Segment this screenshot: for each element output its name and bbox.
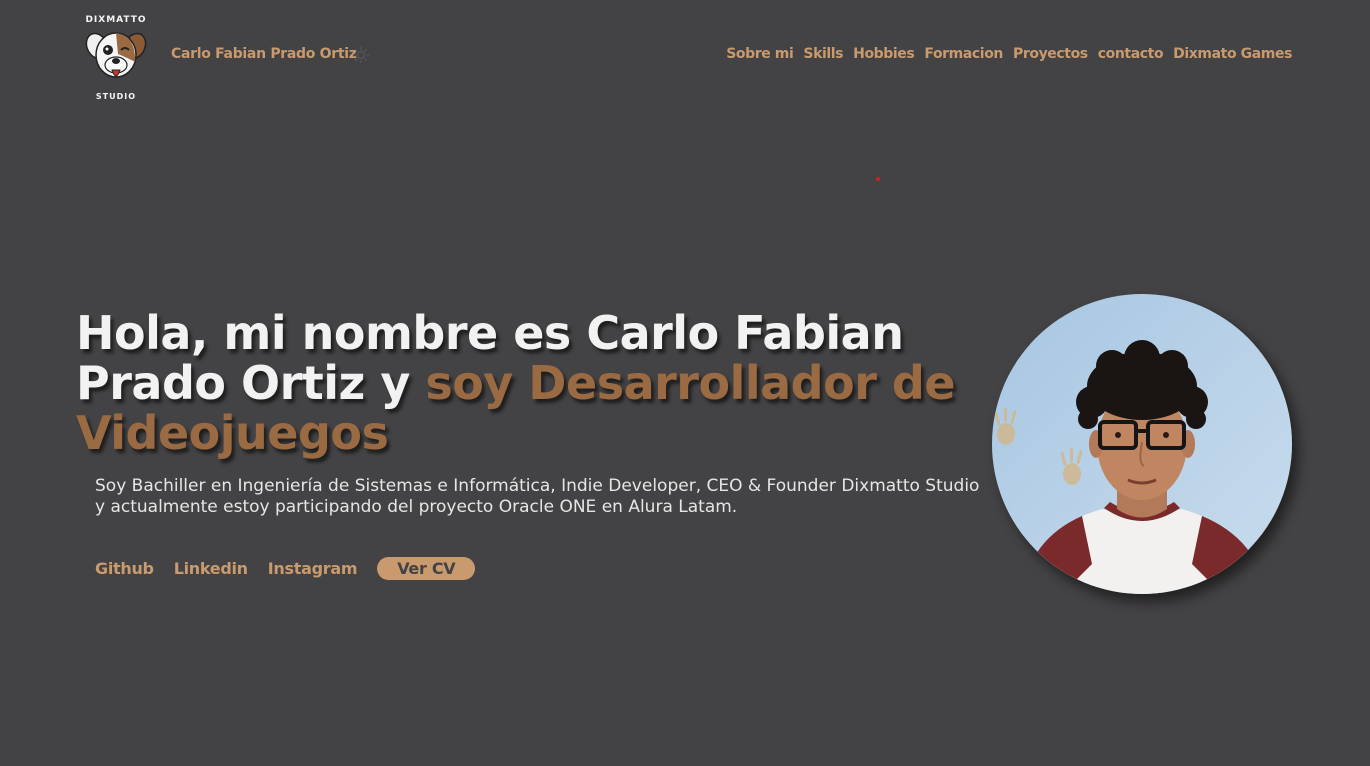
linkedin-link[interactable]: Linkedin — [174, 559, 248, 578]
dixmatto-studio-logo[interactable]: DIXMATTO STUDIO — [80, 10, 152, 102]
social-links: Github Linkedin Instagram Ver CV — [95, 557, 476, 580]
red-dot-decoration — [876, 177, 880, 181]
ver-cv-button[interactable]: Ver CV — [377, 557, 476, 580]
hero-title: Hola, mi nombre es Carlo Fabian Prado Or… — [76, 308, 976, 458]
profile-avatar — [992, 294, 1292, 594]
nav-dixmato-games[interactable]: Dixmato Games — [1173, 46, 1292, 62]
svg-text:STUDIO: STUDIO — [96, 92, 136, 101]
nav-skills[interactable]: Skills — [803, 46, 843, 62]
nav-contacto[interactable]: contacto — [1098, 46, 1164, 62]
site-name[interactable]: Carlo Fabian Prado Ortiz — [171, 46, 357, 62]
hero-description: Soy Bachiller en Ingeniería de Sistemas … — [95, 476, 980, 517]
nav-proyectos[interactable]: Proyectos — [1013, 46, 1088, 62]
profile-photo — [992, 294, 1292, 594]
svg-text:DIXMATTO: DIXMATTO — [85, 15, 146, 25]
instagram-link[interactable]: Instagram — [268, 559, 358, 578]
site-header: DIXMATTO STUDIO Carlo Fabian Prado Ortiz… — [0, 0, 1370, 110]
main-nav: Sobre mi Skills Hobbies Formacion Proyec… — [726, 46, 1292, 62]
nav-formacion[interactable]: Formacion — [924, 46, 1003, 62]
nav-hobbies[interactable]: Hobbies — [853, 46, 915, 62]
sun-icon[interactable] — [352, 46, 370, 64]
nav-sobre-mi[interactable]: Sobre mi — [726, 46, 794, 62]
github-link[interactable]: Github — [95, 559, 154, 578]
